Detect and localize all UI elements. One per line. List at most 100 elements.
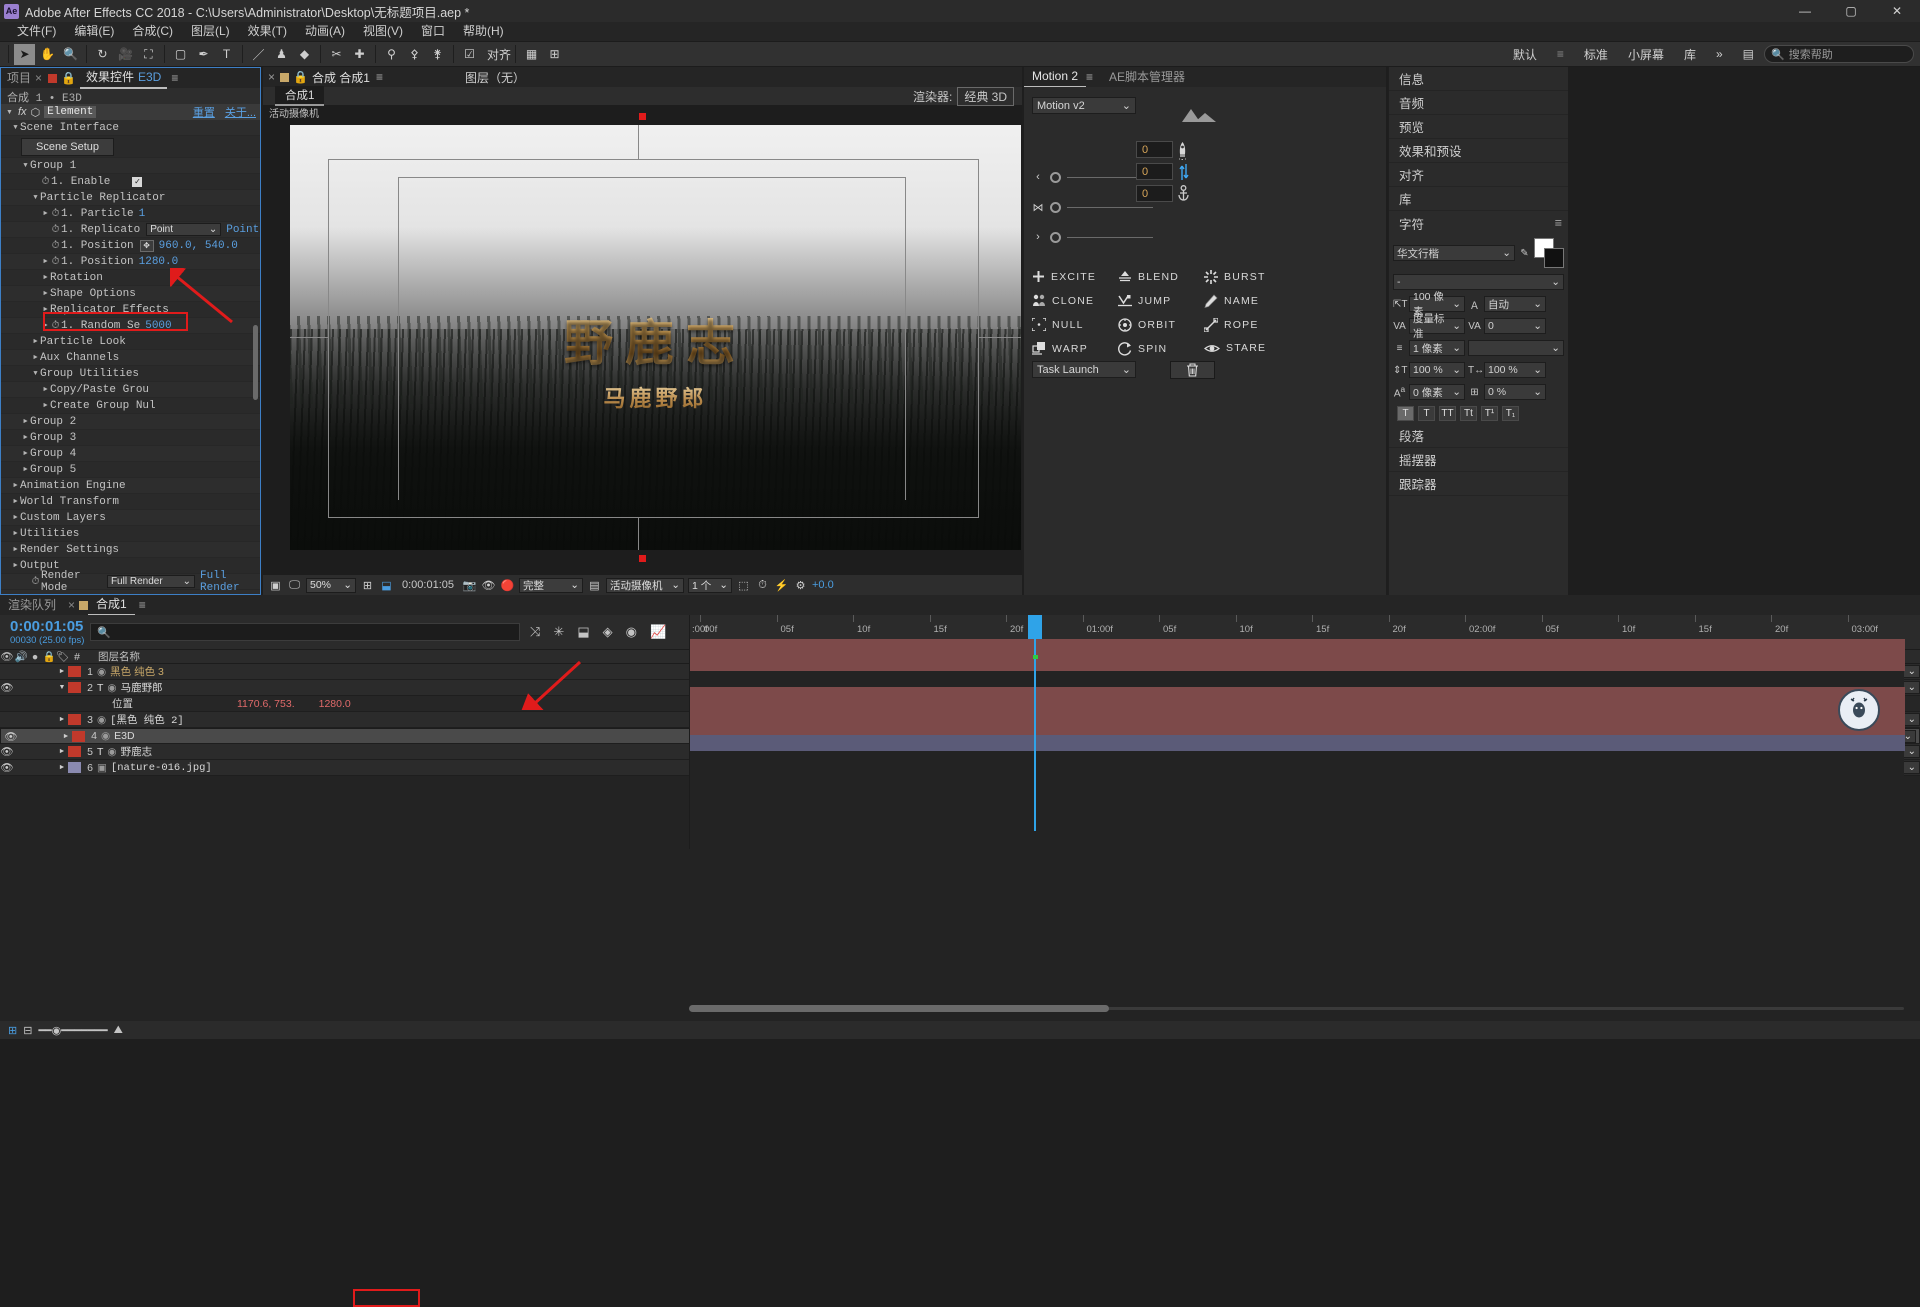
effect-row[interactable]: ▼Scene Interface — [1, 120, 260, 136]
expand-triangle[interactable]: ► — [11, 562, 20, 570]
faux-italic-button[interactable]: T — [1418, 406, 1435, 421]
effect-row[interactable]: ►Group 2 — [1, 414, 260, 430]
grid-icon[interactable]: ▦ — [521, 44, 542, 65]
effect-row-value[interactable]: 1 — [139, 208, 146, 220]
name-button[interactable]: NAME — [1204, 294, 1259, 308]
delete-button[interactable] — [1170, 361, 1215, 379]
selection-tool-icon[interactable]: ➤ — [14, 44, 35, 65]
sidebar-item-align[interactable]: 对齐 — [1389, 163, 1568, 187]
expand-triangle[interactable]: ► — [41, 306, 50, 314]
effect-row[interactable]: ►Replicator Effects — [1, 302, 260, 318]
graph-editor-icon[interactable]: 📈 — [650, 624, 666, 640]
current-time-indicator-head[interactable] — [1028, 615, 1042, 639]
effect-row[interactable]: ►Shape Options — [1, 286, 260, 302]
sidebar-item-preview[interactable]: 预览 — [1389, 115, 1568, 139]
effect-row[interactable]: ►Create Group Nul — [1, 398, 260, 414]
pixel-aspect-icon[interactable]: ⬚ — [736, 578, 751, 592]
lock-icon[interactable]: 🔒 — [61, 71, 76, 85]
current-time-group[interactable]: 0:00:01:05 00030 (25.00 fps) — [10, 618, 84, 646]
timeline-tab-close-icon[interactable]: × — [64, 598, 79, 612]
region-icon[interactable]: ▤ — [587, 578, 602, 592]
burst-button[interactable]: BURST — [1204, 270, 1266, 284]
sidebar-item-effects-presets[interactable]: 效果和预设 — [1389, 139, 1568, 163]
renderer-value-button[interactable]: 经典 3D — [957, 87, 1014, 106]
effect-about-link[interactable]: 关于... — [225, 104, 256, 120]
timecode-display[interactable]: 0:00:01:05 — [10, 618, 84, 635]
null-button[interactable]: NULL — [1032, 318, 1084, 331]
expand-triangle[interactable]: ► — [21, 450, 30, 458]
menu-item-animation[interactable]: 动画(A) — [296, 22, 354, 41]
value-field-2[interactable]: 0 — [1136, 163, 1173, 180]
effect-row[interactable]: ⏱1. ReplicatoPoint⌄Point — [1, 222, 260, 238]
sidebar-item-tracker[interactable]: 跟踪器 — [1389, 472, 1568, 496]
tab-motion2[interactable]: Motion 2 — [1024, 66, 1086, 88]
menu-item-help[interactable]: 帮助(H) — [454, 22, 513, 41]
puppet-position-icon[interactable]: ⚲ — [381, 44, 402, 65]
anchor-icon[interactable] — [1176, 185, 1191, 208]
layer-expand-triangle[interactable]: ▼ — [56, 684, 68, 691]
effect-row[interactable]: ►Rotation — [1, 270, 260, 286]
layer-label-swatch[interactable] — [68, 762, 81, 773]
effect-row[interactable]: ►⏱1. Random Se5000 — [1, 318, 260, 334]
spin-button[interactable]: SPIN — [1118, 342, 1167, 356]
faux-bold-button[interactable]: T — [1397, 406, 1414, 421]
effect-row-value[interactable]: 1280.0 — [139, 256, 179, 268]
slider-2-track[interactable] — [1067, 207, 1153, 208]
stroke-width-field[interactable]: 1 像素⌄ — [1409, 340, 1465, 356]
rotation-tool-icon[interactable]: ↻ — [92, 44, 113, 65]
layer-visibility-toggle[interactable]: 👁 — [0, 681, 14, 694]
effect-row[interactable]: ►⏱1. Position1280.0 — [1, 254, 260, 270]
subscript-button[interactable]: T₁ — [1502, 406, 1519, 421]
layer-expand-triangle[interactable]: ► — [56, 668, 68, 675]
expand-triangle[interactable]: ► — [21, 466, 30, 474]
effect-dropdown[interactable]: Point⌄ — [146, 223, 221, 236]
layer-duration-bar[interactable] — [690, 687, 1905, 703]
enable-checkbox[interactable]: ✓ — [132, 177, 142, 187]
current-time-indicator[interactable] — [1034, 639, 1036, 831]
active-comp-tab[interactable]: 合成1 — [275, 86, 324, 106]
effect-row[interactable]: ►Group 5 — [1, 462, 260, 478]
layer-duration-bar[interactable] — [690, 671, 1905, 687]
stopwatch-icon[interactable]: ⏱ — [30, 576, 41, 588]
stare-button[interactable]: STARE — [1204, 342, 1266, 354]
expand-triangle[interactable]: ► — [41, 210, 50, 218]
layer-visibility-toggle[interactable]: 👁 — [4, 730, 18, 743]
font-family-select[interactable]: 华文行楷⌄ — [1393, 245, 1515, 261]
text-tool-icon[interactable]: T — [216, 44, 237, 65]
timeline-zoom-out-icon[interactable]: ⊟ — [23, 1024, 32, 1037]
effect-row[interactable]: ►Particle Look — [1, 334, 260, 350]
effect-row[interactable]: ►Group 3 — [1, 430, 260, 446]
toggle-view-icon[interactable]: 🖵 — [287, 578, 302, 592]
effect-expand-triangle[interactable]: ▼ — [5, 109, 14, 116]
tab-render-queue[interactable]: 渲染队列 — [0, 595, 64, 615]
composition-canvas[interactable]: 野鹿志 马鹿野郎 — [290, 125, 1021, 550]
shape-tool-icon[interactable]: ▢ — [170, 44, 191, 65]
tracking-field[interactable]: 0⌄ — [1484, 318, 1546, 334]
menu-item-file[interactable]: 文件(F) — [8, 22, 65, 41]
kerning-field[interactable]: 度量标准⌄ — [1409, 318, 1465, 334]
motion-blur-icon[interactable]: ◉ — [626, 624, 637, 640]
workspace-library[interactable]: 库 — [1674, 46, 1706, 63]
tab-project[interactable]: 项目 × — [1, 68, 48, 88]
position-picker-icon[interactable]: ✥ — [140, 240, 154, 252]
current-time-display[interactable]: 0:00:01:05 — [402, 579, 454, 591]
effect-reset-link[interactable]: 重置 — [193, 104, 215, 120]
effect-row[interactable]: Scene Setup — [1, 136, 260, 158]
layer-visibility-toggle[interactable]: 👁 — [0, 745, 14, 758]
stroke-type-select[interactable]: ⌄ — [1468, 340, 1564, 356]
timeline-ruler[interactable]: :00f00f05f10f15f20f01:00f05f10f15f20f02:… — [689, 615, 1920, 639]
tab-effect-controls[interactable]: 效果控件 E3D — [80, 67, 167, 89]
layout-icon[interactable]: ▤ — [1733, 47, 1764, 61]
slider-3-handle[interactable] — [1050, 232, 1061, 243]
menu-item-window[interactable]: 窗口 — [412, 22, 454, 41]
slider-2-handle[interactable] — [1050, 202, 1061, 213]
orbit-button[interactable]: ORBIT — [1118, 318, 1176, 332]
menu-item-edit[interactable]: 编辑(E) — [65, 22, 123, 41]
pan-behind-tool-icon[interactable]: ⛶ — [138, 44, 159, 65]
layer-expand-triangle[interactable]: ► — [56, 716, 68, 723]
excite-button[interactable]: EXCITE — [1032, 270, 1096, 283]
guides-icon[interactable]: ⊞ — [544, 44, 565, 65]
effect-row[interactable]: ►Group 4 — [1, 446, 260, 462]
tab-ae-script-manager[interactable]: AE脚本管理器 — [1101, 67, 1193, 87]
composition-stage[interactable]: 野鹿志 马鹿野郎 — [290, 123, 1022, 590]
